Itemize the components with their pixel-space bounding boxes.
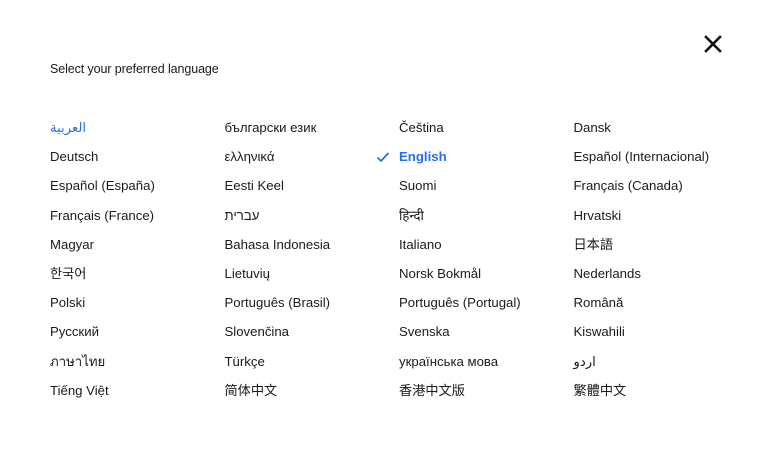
language-option[interactable]: Türkçe [225, 347, 400, 376]
language-option[interactable]: Nederlands [574, 259, 749, 288]
language-option[interactable]: Svenska [399, 317, 574, 346]
language-option[interactable]: Čeština [399, 113, 574, 142]
language-option[interactable]: Polski [50, 288, 225, 317]
language-option[interactable]: ภาษาไทย [50, 347, 225, 376]
language-option[interactable]: Español (España) [50, 171, 225, 200]
language-option[interactable]: 日本語 [574, 230, 749, 259]
language-option[interactable]: Español (Internacional) [574, 142, 749, 171]
language-option[interactable]: Français (Canada) [574, 171, 749, 200]
language-option[interactable]: 繁體中文 [574, 376, 749, 405]
language-option[interactable]: 한국어 [50, 259, 225, 288]
check-icon [376, 152, 390, 163]
language-option[interactable]: български език [225, 113, 400, 142]
language-dialog: Select your preferred language العربية бъ… [0, 0, 768, 455]
language-option[interactable]: Dansk [574, 113, 749, 142]
language-option[interactable]: Русский [50, 317, 225, 346]
language-option[interactable]: Magyar [50, 230, 225, 259]
language-option[interactable]: ελληνικά [225, 142, 400, 171]
language-option[interactable]: اردو [574, 347, 749, 376]
language-list: العربية български език Čeština Dansk Deutsch… [50, 113, 750, 405]
language-option[interactable]: עברית [225, 201, 400, 230]
language-option[interactable]: Suomi [399, 171, 574, 200]
language-option[interactable]: Slovenčina [225, 317, 400, 346]
close-icon [704, 35, 722, 53]
language-option[interactable]: Português (Portugal) [399, 288, 574, 317]
language-option[interactable]: Română [574, 288, 749, 317]
language-option[interactable]: العربية [50, 113, 225, 142]
language-option[interactable]: Italiano [399, 230, 574, 259]
language-option[interactable]: Norsk Bokmål [399, 259, 574, 288]
language-option[interactable]: Français (France) [50, 201, 225, 230]
language-option[interactable]: Deutsch [50, 142, 225, 171]
close-button[interactable] [700, 31, 726, 57]
language-option[interactable]: Tiếng Việt [50, 376, 225, 405]
language-option[interactable]: Lietuvių [225, 259, 400, 288]
language-option[interactable]: Hrvatski [574, 201, 749, 230]
language-option[interactable]: українська мова [399, 347, 574, 376]
language-option[interactable]: 简体中文 [225, 376, 400, 405]
language-option[interactable]: Bahasa Indonesia [225, 230, 400, 259]
language-option[interactable]: Eesti Keel [225, 171, 400, 200]
language-option[interactable]: हिन्दी [399, 201, 574, 230]
language-option-selected[interactable]: English [376, 142, 574, 171]
language-option[interactable]: 香港中文版 [399, 376, 574, 405]
language-option[interactable]: Kiswahili [574, 317, 749, 346]
dialog-title: Select your preferred language [50, 62, 219, 76]
language-option[interactable]: Português (Brasil) [225, 288, 400, 317]
